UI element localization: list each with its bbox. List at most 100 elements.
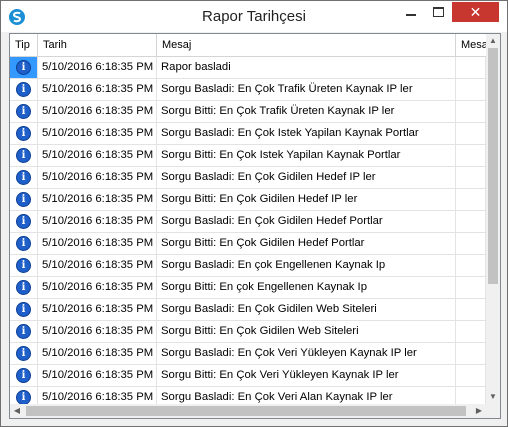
cell-tarih[interactable]: 5/10/2016 6:18:35 PM [38, 167, 157, 188]
cell-tip[interactable]: i [10, 57, 38, 78]
cell-tarih[interactable]: 5/10/2016 6:18:35 PM [38, 321, 157, 342]
table-row[interactable]: i 5/10/2016 6:18:35 PM Rapor basladi [10, 57, 486, 79]
cell-mesaj[interactable]: Rapor basladi [157, 57, 456, 78]
table-row[interactable]: i 5/10/2016 6:18:35 PM Sorgu Basladi: En Ç… [10, 167, 486, 189]
cell-tarih[interactable]: 5/10/2016 6:18:35 PM [38, 233, 157, 254]
grid-header: Tip Tarih Mesaj Mesaj [10, 34, 486, 57]
cell-mesaj[interactable]: Sorgu Bitti: En Çok Istek Yapilan Kaynak… [157, 145, 456, 166]
cell-tarih[interactable]: 5/10/2016 6:18:35 PM [38, 365, 157, 386]
info-icon: i [16, 82, 31, 97]
maximize-button[interactable] [425, 2, 452, 22]
info-icon: i [16, 368, 31, 383]
cell-tarih[interactable]: 5/10/2016 6:18:35 PM [38, 299, 157, 320]
column-header-mesaj[interactable]: Mesaj [157, 34, 456, 56]
scroll-right-icon[interactable]: ▶ [472, 404, 486, 418]
table-row[interactable]: i 5/10/2016 6:18:35 PM Sorgu Bitti: En Çok… [10, 189, 486, 211]
cell-tarih[interactable]: 5/10/2016 6:18:35 PM [38, 255, 157, 276]
cell-tip[interactable]: i [10, 299, 38, 320]
cell-mesaj-extra[interactable] [456, 189, 486, 210]
info-icon: i [16, 280, 31, 295]
cell-mesaj[interactable]: Sorgu Bitti: En Çok Gidilen Hedef IP ler [157, 189, 456, 210]
cell-mesaj-extra[interactable] [456, 321, 486, 342]
cell-tarih[interactable]: 5/10/2016 6:18:35 PM [38, 211, 157, 232]
cell-tip[interactable]: i [10, 211, 38, 232]
cell-mesaj-extra[interactable] [456, 277, 486, 298]
cell-tarih[interactable]: 5/10/2016 6:18:35 PM [38, 101, 157, 122]
vertical-scrollbar[interactable]: ▲ ▼ [486, 34, 500, 404]
report-history-grid[interactable]: Tip Tarih Mesaj Mesaj i 5/10/2016 6:18:35… [9, 33, 501, 419]
cell-mesaj[interactable]: Sorgu Bitti: En Çok Veri Yükleyen Kaynak… [157, 365, 456, 386]
cell-tarih[interactable]: 5/10/2016 6:18:35 PM [38, 57, 157, 78]
cell-tip[interactable]: i [10, 365, 38, 386]
table-row[interactable]: i 5/10/2016 6:18:35 PM Sorgu Bitti: En çok… [10, 277, 486, 299]
cell-tarih[interactable]: 5/10/2016 6:18:35 PM [38, 79, 157, 100]
table-row[interactable]: i 5/10/2016 6:18:35 PM Sorgu Basladi: En Ç… [10, 123, 486, 145]
cell-tip[interactable]: i [10, 145, 38, 166]
cell-mesaj-extra[interactable] [456, 365, 486, 386]
horizontal-scrollbar[interactable]: ◀ ▶ [10, 404, 486, 418]
table-row[interactable]: i 5/10/2016 6:18:35 PM Sorgu Bitti: En Çok… [10, 321, 486, 343]
cell-tip[interactable]: i [10, 189, 38, 210]
close-icon: ✕ [469, 4, 482, 20]
column-header-tarih[interactable]: Tarih [38, 34, 157, 56]
cell-mesaj[interactable]: Sorgu Basladi: En Çok Istek Yapilan Kayn… [157, 123, 456, 144]
scroll-left-icon[interactable]: ◀ [10, 404, 24, 418]
cell-mesaj-extra[interactable] [456, 299, 486, 320]
horizontal-scroll-thumb[interactable] [26, 406, 466, 416]
table-row[interactable]: i 5/10/2016 6:18:35 PM Sorgu Basladi: En Ç… [10, 79, 486, 101]
info-icon: i [16, 236, 31, 251]
table-row[interactable]: i 5/10/2016 6:18:35 PM Sorgu Basladi: En ç… [10, 255, 486, 277]
cell-mesaj[interactable]: Sorgu Bitti: En çok Engellenen Kaynak Ip [157, 277, 456, 298]
scroll-up-icon[interactable]: ▲ [486, 34, 500, 48]
table-row[interactable]: i 5/10/2016 6:18:35 PM Sorgu Bitti: En Çok… [10, 145, 486, 167]
vertical-scroll-thumb[interactable] [488, 48, 498, 284]
cell-mesaj[interactable]: Sorgu Bitti: En Çok Gidilen Web Siteleri [157, 321, 456, 342]
cell-mesaj[interactable]: Sorgu Bitti: En Çok Gidilen Hedef Portla… [157, 233, 456, 254]
cell-mesaj-extra[interactable] [456, 101, 486, 122]
cell-mesaj-extra[interactable] [456, 167, 486, 188]
cell-tip[interactable]: i [10, 277, 38, 298]
table-row[interactable]: i 5/10/2016 6:18:35 PM Sorgu Basladi: En Ç… [10, 299, 486, 321]
cell-tip[interactable]: i [10, 123, 38, 144]
info-icon: i [16, 324, 31, 339]
cell-mesaj[interactable]: Sorgu Basladi: En Çok Gidilen Hedef IP l… [157, 167, 456, 188]
table-row[interactable]: i 5/10/2016 6:18:35 PM Sorgu Basladi: En Ç… [10, 211, 486, 233]
scroll-down-icon[interactable]: ▼ [486, 390, 500, 404]
cell-tip[interactable]: i [10, 233, 38, 254]
cell-mesaj[interactable]: Sorgu Basladi: En Çok Gidilen Web Sitele… [157, 299, 456, 320]
cell-mesaj[interactable]: Sorgu Basladi: En Çok Gidilen Hedef Port… [157, 211, 456, 232]
cell-mesaj[interactable]: Sorgu Basladi: En Çok Trafik Üreten Kayn… [157, 79, 456, 100]
cell-tip[interactable]: i [10, 255, 38, 276]
close-button[interactable]: ✕ [452, 2, 499, 22]
cell-mesaj[interactable]: Sorgu Basladi: En çok Engellenen Kaynak … [157, 255, 456, 276]
cell-tip[interactable]: i [10, 101, 38, 122]
cell-mesaj[interactable]: Sorgu Basladi: En Çok Veri Yükleyen Kayn… [157, 343, 456, 364]
cell-mesaj-extra[interactable] [456, 233, 486, 254]
grid-rows: i 5/10/2016 6:18:35 PM Rapor basladi i 5/10/… [10, 57, 486, 409]
cell-tarih[interactable]: 5/10/2016 6:18:35 PM [38, 145, 157, 166]
minimize-button[interactable] [397, 2, 425, 22]
cell-mesaj-extra[interactable] [456, 145, 486, 166]
cell-mesaj-extra[interactable] [456, 57, 486, 78]
cell-mesaj-extra[interactable] [456, 255, 486, 276]
cell-tip[interactable]: i [10, 167, 38, 188]
column-header-tip[interactable]: Tip [10, 34, 38, 56]
cell-tip[interactable]: i [10, 321, 38, 342]
cell-mesaj-extra[interactable] [456, 123, 486, 144]
title-bar[interactable]: Rapor Tarihçesi ✕ [1, 1, 507, 32]
table-row[interactable]: i 5/10/2016 6:18:35 PM Sorgu Bitti: En Çok… [10, 101, 486, 123]
cell-tip[interactable]: i [10, 343, 38, 364]
cell-tarih[interactable]: 5/10/2016 6:18:35 PM [38, 343, 157, 364]
cell-tarih[interactable]: 5/10/2016 6:18:35 PM [38, 123, 157, 144]
cell-mesaj[interactable]: Sorgu Bitti: En Çok Trafik Üreten Kaynak… [157, 101, 456, 122]
cell-mesaj-extra[interactable] [456, 211, 486, 232]
cell-mesaj-extra[interactable] [456, 79, 486, 100]
cell-tip[interactable]: i [10, 79, 38, 100]
cell-tarih[interactable]: 5/10/2016 6:18:35 PM [38, 189, 157, 210]
table-row[interactable]: i 5/10/2016 6:18:35 PM Sorgu Basladi: En Ç… [10, 343, 486, 365]
table-row[interactable]: i 5/10/2016 6:18:35 PM Sorgu Bitti: En Çok… [10, 365, 486, 387]
column-header-mesaj-extra[interactable]: Mesaj [456, 34, 486, 56]
cell-mesaj-extra[interactable] [456, 343, 486, 364]
cell-tarih[interactable]: 5/10/2016 6:18:35 PM [38, 277, 157, 298]
table-row[interactable]: i 5/10/2016 6:18:35 PM Sorgu Bitti: En Çok… [10, 233, 486, 255]
